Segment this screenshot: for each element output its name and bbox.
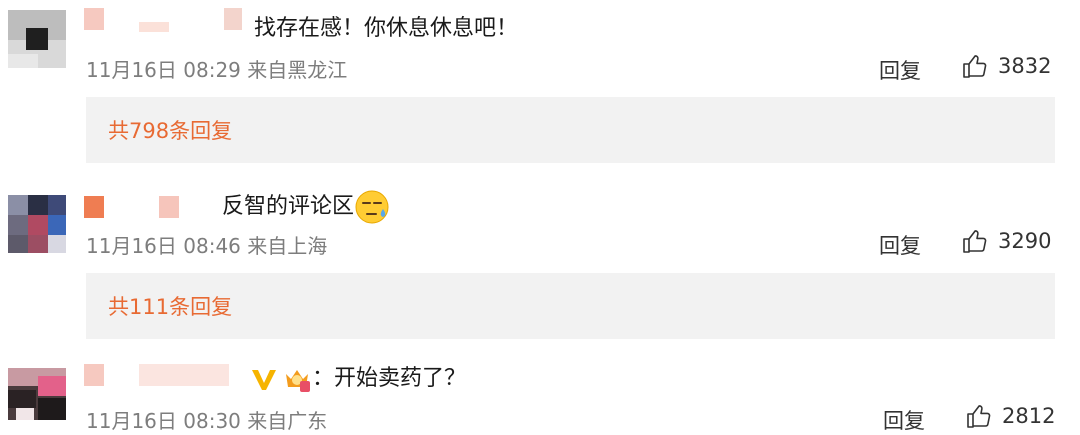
like-button[interactable]: 3832 bbox=[962, 53, 1051, 79]
like-button[interactable]: 2812 bbox=[966, 403, 1055, 429]
comment-time: 11月16日 08:46 bbox=[86, 234, 241, 258]
comment-location: 来自黑龙江 bbox=[247, 58, 348, 82]
comment-item: ：开始卖药了？ 11月16日 08:30 来自广东 回复 2812 bbox=[0, 350, 1080, 435]
comment-item: 反智的评论区 11月16日 08:46 来自上海 回复 3290 共111条回复 bbox=[0, 175, 1080, 345]
comment-text: 反智的评论区 bbox=[222, 189, 390, 225]
sweat-face-emoji-icon bbox=[355, 190, 389, 224]
like-button[interactable]: 3290 bbox=[962, 228, 1051, 254]
comment-text: 找存在感！你休息休息吧！ bbox=[254, 16, 519, 41]
reply-button[interactable]: 回复 bbox=[879, 230, 921, 260]
thumbs-up-icon bbox=[967, 405, 991, 428]
thumbs-up-icon bbox=[963, 55, 987, 78]
comment-time: 11月16日 08:29 bbox=[86, 58, 241, 82]
username-redacted[interactable] bbox=[84, 196, 204, 222]
like-count: 3290 bbox=[998, 229, 1052, 253]
comment-item: 找存在感！你休息休息吧！ 11月16日 08:29 来自黑龙江 回复 3832 … bbox=[0, 0, 1080, 170]
view-replies-link[interactable]: 共798条回复 bbox=[108, 115, 232, 145]
comment-meta: 11月16日 08:46 来自上海 bbox=[86, 230, 327, 259]
replies-panel: 共111条回复 bbox=[86, 273, 1055, 339]
username-redacted[interactable] bbox=[84, 8, 254, 34]
like-count: 2812 bbox=[1002, 404, 1056, 428]
comment-text: ：开始卖药了？ bbox=[250, 364, 466, 394]
comment-meta: 11月16日 08:29 来自黑龙江 bbox=[86, 54, 347, 83]
username-redacted[interactable] bbox=[84, 364, 254, 390]
thumbs-up-icon bbox=[963, 230, 987, 253]
comment-location: 来自上海 bbox=[247, 234, 328, 258]
crown-badge-icon bbox=[286, 370, 310, 392]
view-replies-link[interactable]: 共111条回复 bbox=[108, 291, 232, 321]
vip-v-icon bbox=[252, 370, 276, 390]
avatar[interactable] bbox=[8, 10, 66, 68]
comment-meta: 11月16日 08:30 来自广东 bbox=[86, 405, 327, 434]
comment-location: 来自广东 bbox=[247, 409, 328, 433]
avatar[interactable] bbox=[8, 368, 66, 420]
like-count: 3832 bbox=[998, 54, 1052, 78]
avatar[interactable] bbox=[8, 195, 66, 253]
comment-time: 11月16日 08:30 bbox=[86, 409, 241, 433]
reply-button[interactable]: 回复 bbox=[879, 55, 921, 85]
reply-button[interactable]: 回复 bbox=[883, 405, 925, 435]
replies-panel: 共798条回复 bbox=[86, 97, 1055, 163]
